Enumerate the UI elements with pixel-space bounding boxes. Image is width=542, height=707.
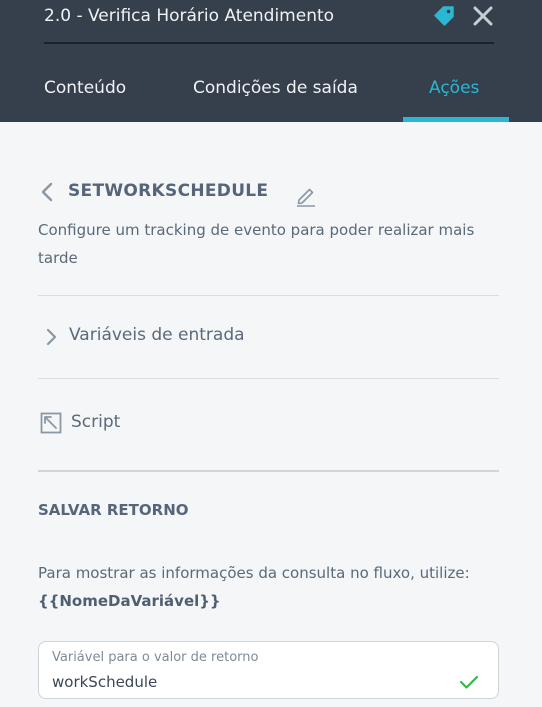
- save-return-hint: Para mostrar as informações da consulta …: [38, 559, 508, 615]
- tab-acoes[interactable]: Ações: [429, 78, 479, 98]
- tab-bar: Conteúdo Condições de saída Ações: [0, 74, 542, 122]
- input-variables-expander[interactable]: Variáveis de entrada: [38, 314, 499, 358]
- tab-conteudo[interactable]: Conteúdo: [44, 78, 126, 98]
- save-return-title: SALVAR RETORNO: [38, 501, 189, 519]
- chevron-left-icon[interactable]: [40, 182, 54, 202]
- input-variables-label: Variáveis de entrada: [69, 325, 245, 345]
- divider: [38, 378, 499, 379]
- divider: [38, 295, 499, 296]
- script-button[interactable]: Script: [38, 402, 499, 446]
- return-variable-field[interactable]: Variável para o valor de retorno workSch…: [38, 641, 499, 699]
- hint-text: Para mostrar as informações da consulta …: [38, 564, 470, 582]
- check-icon: [459, 675, 479, 689]
- divider: [38, 470, 499, 472]
- script-label: Script: [71, 412, 121, 432]
- action-description: Configure um tracking de evento para pod…: [38, 221, 475, 267]
- action-name: SETWORKSCHEDULE: [68, 181, 269, 201]
- return-variable-input[interactable]: workSchedule: [52, 673, 157, 691]
- chevron-right-icon: [46, 328, 57, 346]
- hint-variable: {{NomeDaVariável}}: [38, 592, 221, 610]
- return-variable-label: Variável para o valor de retorno: [52, 650, 259, 665]
- node-title[interactable]: 2.0 - Verifica Horário Atendimento: [44, 6, 334, 26]
- pencil-icon[interactable]: [295, 185, 317, 207]
- close-icon[interactable]: [472, 5, 494, 27]
- tab-condicoes-de-saida[interactable]: Condições de saída: [193, 78, 358, 98]
- expand-icon: [40, 412, 62, 434]
- editor-header: 2.0 - Verifica Horário Atendimento Conte…: [0, 0, 542, 122]
- active-tab-indicator: [403, 117, 509, 122]
- title-field[interactable]: 2.0 - Verifica Horário Atendimento: [44, 0, 494, 44]
- tag-icon[interactable]: [432, 4, 456, 28]
